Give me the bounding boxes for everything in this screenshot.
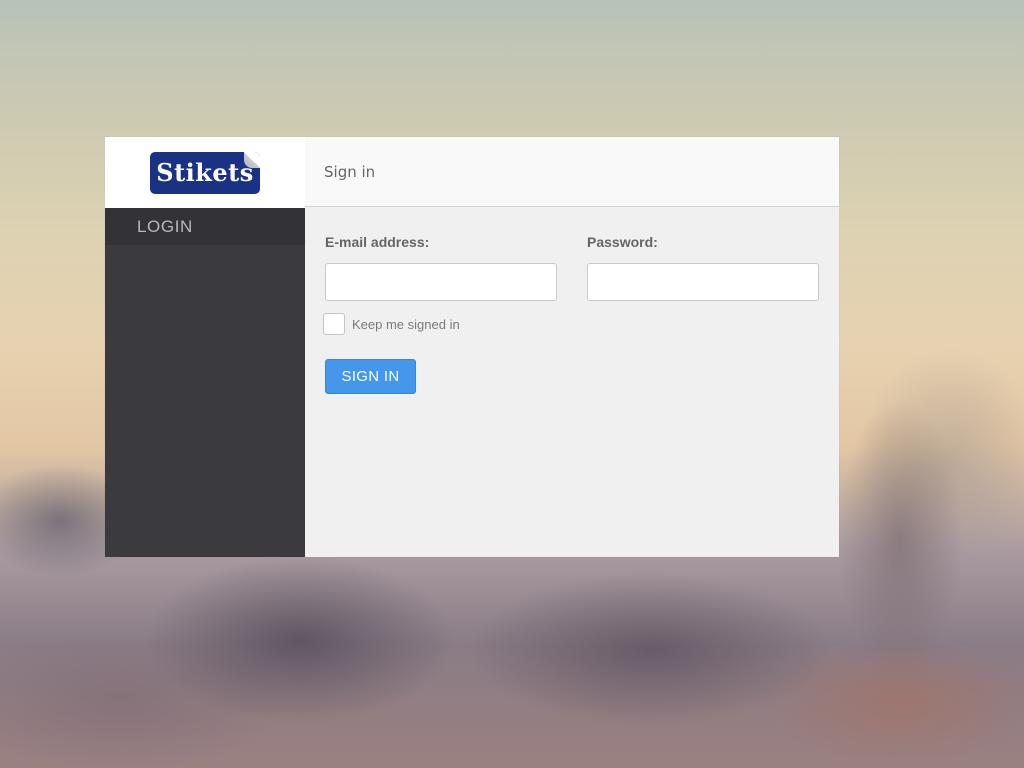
main-content: Sign in E-mail address: Password: Keep m… [305, 137, 839, 557]
email-field[interactable] [325, 263, 557, 301]
password-field[interactable] [587, 263, 819, 301]
remember-me-label[interactable]: Keep me signed in [352, 317, 460, 332]
stikets-logo[interactable]: Stikets [150, 151, 260, 194]
email-field-group: E-mail address: [325, 234, 557, 301]
logo-area: Stikets [105, 137, 305, 208]
remember-me-row: Keep me signed in [323, 313, 819, 335]
email-label: E-mail address: [325, 234, 430, 250]
sticker-peel-icon [244, 151, 260, 168]
login-form: E-mail address: Password: Keep me signed… [305, 207, 839, 394]
password-field-group: Password: [587, 234, 819, 301]
sidebar-item-label: LOGIN [137, 216, 193, 236]
logo-text: Stikets [156, 158, 254, 187]
credentials-row: E-mail address: Password: [325, 234, 819, 301]
sidebar-item-login[interactable]: LOGIN [105, 208, 305, 245]
password-label: Password: [587, 234, 658, 250]
sign-in-button[interactable]: SIGN IN [325, 359, 416, 394]
login-panel: Stikets LOGIN Sign in E-mail address: Pa… [105, 137, 839, 557]
sidebar: Stikets LOGIN [105, 137, 305, 557]
remember-me-checkbox[interactable] [323, 313, 345, 335]
page-title: Sign in [305, 137, 839, 207]
